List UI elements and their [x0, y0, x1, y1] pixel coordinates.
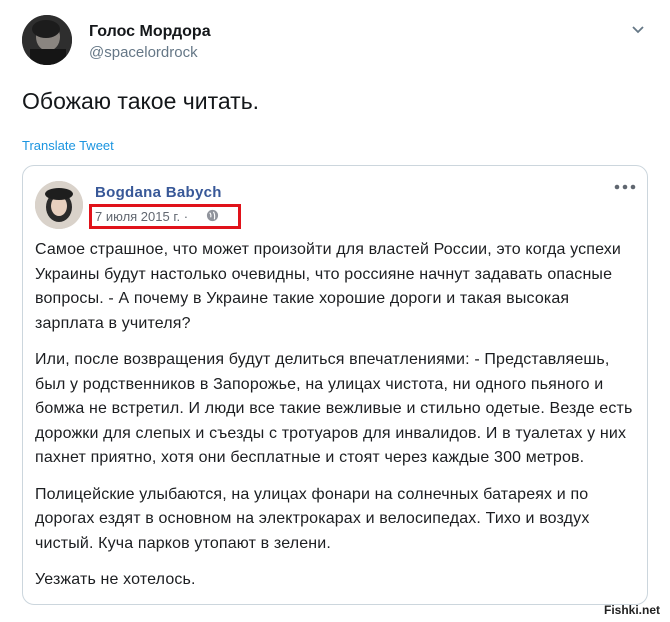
fb-author-avatar	[35, 181, 83, 229]
author-display-name[interactable]: Голос Мордора	[89, 23, 211, 41]
tweet-page: Голос Мордора @spacelordrock Обожаю тако…	[0, 0, 670, 622]
watermark: Fishki.net	[604, 603, 661, 617]
fb-post-text: Самое страшное, что может произойти для …	[35, 238, 635, 605]
tweet-text: Обожаю такое читать.	[22, 88, 260, 114]
fb-paragraph: Полицейские улыбаются, на улицах фонари …	[35, 485, 590, 552]
fb-post-date: 7 июля 2015 г. ·	[95, 209, 189, 224]
translate-tweet-link[interactable]: Translate Tweet	[22, 138, 114, 153]
fb-paragraph: Самое страшное, что может произойти для …	[35, 241, 622, 332]
fb-paragraph: Уезжать не хотелось.	[35, 571, 196, 588]
more-icon	[614, 184, 636, 190]
author-handle[interactable]: @spacelordrock	[89, 44, 198, 61]
chevron-down-icon[interactable]	[630, 22, 646, 38]
fb-author-name: Bogdana Babych	[95, 184, 222, 201]
globe-icon	[206, 209, 219, 222]
author-avatar[interactable]	[22, 15, 72, 65]
fb-paragraph: Или, после возвращения будут делиться вп…	[35, 351, 633, 466]
embedded-facebook-post: Bogdana Babych 7 июля 2015 г. · Самое ст…	[22, 165, 648, 605]
